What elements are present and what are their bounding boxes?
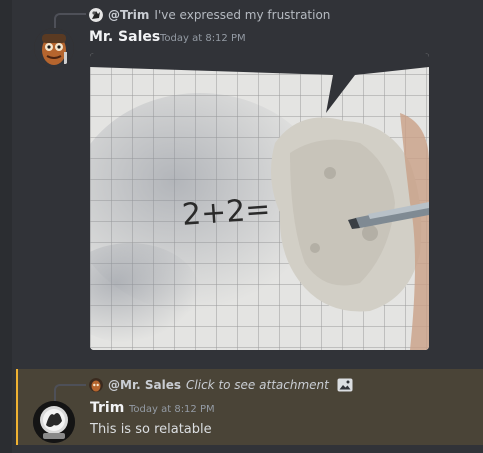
reply-text[interactable]: I've expressed my frustration — [154, 8, 330, 22]
mr-sales-avatar-art — [34, 28, 74, 68]
message-timestamp: Today at 8:12 PM — [160, 33, 246, 44]
handwritten-equation: 2+2= — [181, 192, 272, 233]
reply-preview[interactable]: @Trim I've expressed my frustration — [89, 6, 330, 24]
speech-bubble-meme-image: 2+2= — [90, 53, 429, 350]
message-author[interactable]: Trim — [90, 400, 124, 416]
message-content: This is so relatable — [90, 422, 212, 437]
message-author[interactable]: Mr. Sales — [89, 29, 160, 45]
message-timestamp: Today at 8:12 PM — [129, 404, 215, 415]
image-icon — [337, 378, 353, 392]
trim-avatar-icon — [89, 8, 103, 22]
trim-avatar[interactable] — [33, 401, 75, 443]
reply-preview[interactable]: @Mr. Sales Click to see attachment — [89, 376, 353, 394]
reply-attachment-text[interactable]: Click to see attachment — [186, 378, 329, 392]
reply-connector-line — [54, 13, 86, 29]
left-gutter — [0, 0, 12, 453]
mention-highlight-bar — [16, 369, 18, 445]
mr-sales-avatar-icon — [89, 378, 103, 392]
mr-sales-avatar[interactable] — [34, 28, 74, 68]
reply-author[interactable]: @Trim — [108, 8, 149, 22]
reply-connector-line — [54, 384, 86, 402]
trim-avatar-art — [33, 401, 75, 443]
image-attachment[interactable]: 2+2= — [90, 53, 429, 350]
reply-author[interactable]: @Mr. Sales — [108, 378, 181, 392]
